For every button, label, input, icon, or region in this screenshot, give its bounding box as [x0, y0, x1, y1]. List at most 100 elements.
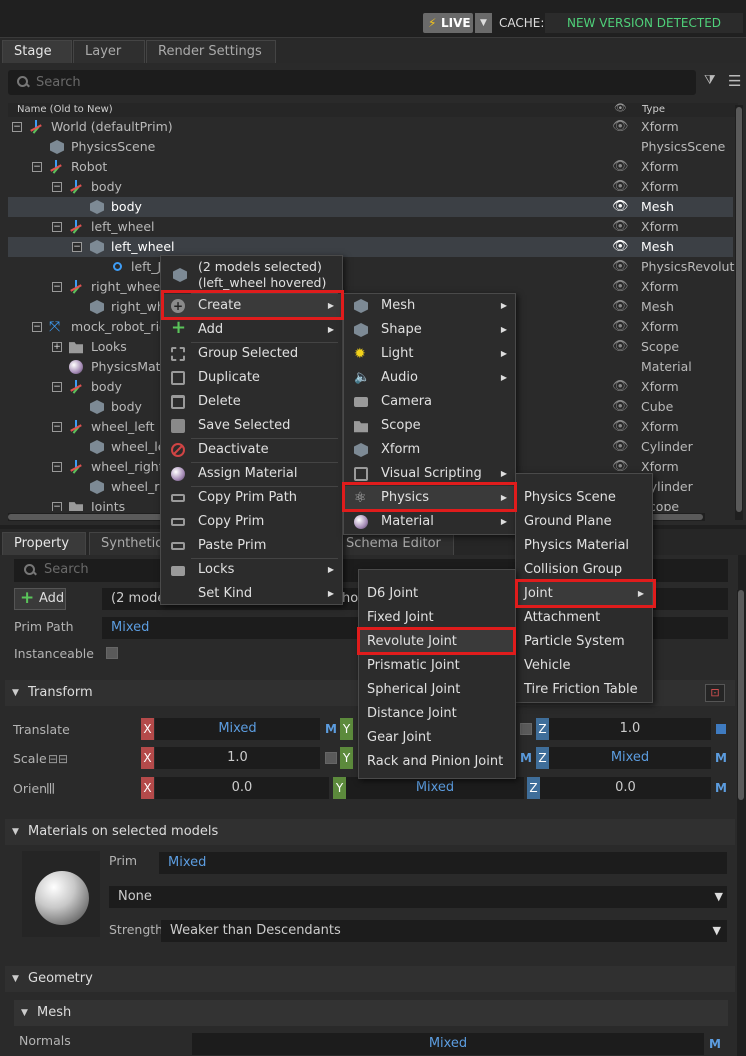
menu-item-particle-system[interactable]: Particle System [516, 630, 652, 654]
mat-prim-field[interactable]: Mixed [159, 852, 727, 874]
menu-item-revolute-joint[interactable]: Revolute Joint [359, 630, 515, 654]
collapse-icon[interactable]: − [52, 222, 62, 232]
add-button[interactable]: + Add [14, 588, 66, 610]
menu-item-joint[interactable]: Joint ▶ [516, 582, 652, 606]
scale-key-checkbox[interactable] [325, 752, 337, 764]
live-button[interactable]: ⚡ LIVE [423, 13, 473, 33]
menu-item-distance-joint[interactable]: Distance Joint [359, 702, 515, 726]
menu-item-visual-scripting[interactable]: Visual Scripting ▶ [344, 462, 515, 486]
menu-item-copy-prim-path[interactable]: Copy Prim Path [161, 486, 342, 510]
menu-item-set-kind[interactable]: Set Kind ▶ [161, 582, 342, 606]
tree-row[interactable]: − body 👁 Xform [8, 177, 733, 197]
collapse-icon[interactable]: − [32, 162, 42, 172]
menu-item-physics[interactable]: ⚛ Physics ▶ [344, 486, 515, 510]
tree-row[interactable]: − Robot 👁 Xform [8, 157, 733, 177]
menu-item-paste-prim[interactable]: Paste Prim [161, 534, 342, 558]
menu-item-mesh[interactable]: Mesh ▶ [344, 294, 515, 318]
menu-item-vehicle[interactable]: Vehicle [516, 654, 652, 678]
menu-item-gear-joint[interactable]: Gear Joint [359, 726, 515, 750]
menu-item-tire-friction-table[interactable]: Tire Friction Table [516, 678, 652, 702]
menu-item-fixed-joint[interactable]: Fixed Joint [359, 606, 515, 630]
visibility-eye-icon[interactable]: 👁 [612, 317, 629, 337]
translate-z-field[interactable]: 1.0 [549, 718, 711, 740]
visibility-eye-icon[interactable]: 👁 [612, 217, 629, 237]
geometry-section-header[interactable]: ▼ Geometry [5, 966, 735, 992]
menu-item-xform[interactable]: Xform [344, 438, 515, 462]
normals-field[interactable]: Mixed [192, 1033, 704, 1055]
menu-item-locks[interactable]: Locks ▶ [161, 558, 342, 582]
collapse-icon[interactable]: − [52, 502, 62, 511]
visibility-eye-icon[interactable]: 👁 [612, 377, 629, 397]
cache-status[interactable]: NEW VERSION DETECTED [545, 13, 743, 33]
menu-item-assign-material[interactable]: Assign Material [161, 462, 342, 486]
tree-row[interactable]: PhysicsScene PhysicsScene [8, 137, 733, 157]
property-scrollbar[interactable] [737, 590, 745, 1056]
visibility-eye-icon[interactable]: 👁 [612, 417, 629, 437]
materials-section-header[interactable]: ▼ Materials on selected models [5, 819, 735, 845]
menu-item-scope[interactable]: Scope [344, 414, 515, 438]
scale-x-field[interactable]: 1.0 [155, 747, 320, 769]
tab-schema-editor[interactable]: Schema Editor [334, 532, 454, 556]
live-dropdown-chevron-icon[interactable]: ▼ [475, 13, 492, 33]
tab-property[interactable]: Property [2, 532, 86, 556]
tab-render-settings[interactable]: Render Settings [146, 40, 276, 64]
collapse-icon[interactable]: − [52, 422, 62, 432]
visibility-eye-icon[interactable]: 👁 [612, 297, 629, 317]
key-indicator[interactable] [716, 724, 726, 734]
orient-y-field[interactable]: Mixed [346, 777, 524, 799]
menu-item-ground-plane[interactable]: Ground Plane [516, 510, 652, 534]
collapse-icon[interactable]: − [52, 382, 62, 392]
menu-item-prismatic-joint[interactable]: Prismatic Joint [359, 654, 515, 678]
tree-row[interactable]: − left_wheel 👁 Xform [8, 217, 733, 237]
material-select[interactable]: None ▼ [109, 886, 727, 908]
menu-item-light[interactable]: ✹ Light ▶ [344, 342, 515, 366]
menu-item-shape[interactable]: Shape ▶ [344, 318, 515, 342]
collapse-icon[interactable]: − [52, 182, 62, 192]
stage-search-input[interactable]: Search [8, 70, 696, 95]
menu-item-create[interactable]: + Create ▶ [161, 294, 342, 318]
menu-item-camera[interactable]: Camera [344, 390, 515, 414]
orient-mode-icon[interactable]: ||| [46, 781, 55, 794]
scale-z-field[interactable]: Mixed [549, 747, 711, 769]
menu-item-audio[interactable]: 🔈 Audio ▶ [344, 366, 515, 390]
tab-layer[interactable]: Layer [73, 40, 145, 64]
visibility-eye-icon[interactable]: 👁 [612, 397, 629, 417]
transform-gizmo-icon[interactable]: ⊡ [705, 684, 725, 702]
collapse-icon[interactable]: − [12, 122, 22, 132]
orient-label[interactable]: Orien [13, 781, 47, 796]
menu-item-save-selected[interactable]: Save Selected [161, 414, 342, 438]
visibility-eye-icon[interactable]: 👁 [612, 197, 629, 217]
instanceable-checkbox[interactable] [106, 647, 118, 659]
translate-x-field[interactable]: Mixed [155, 718, 320, 740]
menu-item-duplicate[interactable]: Duplicate [161, 366, 342, 390]
scrollbar-thumb[interactable] [736, 107, 742, 512]
mesh-section-header[interactable]: ▼ Mesh [14, 1000, 728, 1026]
tree-row[interactable]: left_J 👁 PhysicsRevolute [8, 257, 742, 277]
tree-row[interactable]: body 👁 Mesh [8, 197, 733, 217]
scrollbar-thumb[interactable] [738, 590, 744, 800]
menu-item-add[interactable]: + Add ▶ [161, 318, 342, 342]
collapse-icon[interactable]: − [52, 462, 62, 472]
translate-key-checkbox[interactable] [520, 723, 532, 735]
type-column-header[interactable]: Type [642, 104, 665, 115]
tree-scrollbar[interactable] [735, 105, 743, 520]
menu-icon[interactable]: ☰ [728, 72, 741, 90]
visibility-eye-icon[interactable]: 👁 [612, 117, 629, 137]
collapse-icon[interactable]: − [52, 282, 62, 292]
visibility-eye-icon[interactable]: 👁 [612, 337, 629, 357]
tab-synthetic[interactable]: Synthetic D [89, 532, 169, 573]
collapse-icon[interactable]: − [72, 242, 82, 252]
name-column-header[interactable]: Name (Old to New) [17, 104, 113, 115]
menu-item-physics-material[interactable]: Physics Material [516, 534, 652, 558]
menu-item-spherical-joint[interactable]: Spherical Joint [359, 678, 515, 702]
menu-item-physics-scene[interactable]: Physics Scene [516, 486, 652, 510]
menu-item-attachment[interactable]: Attachment [516, 606, 652, 630]
strength-select[interactable]: Weaker than Descendants ▼ [161, 920, 727, 942]
tab-stage[interactable]: Stage [2, 40, 72, 64]
visibility-eye-icon[interactable]: 👁 [612, 437, 629, 457]
visibility-eye-icon[interactable]: 👁 [612, 237, 629, 257]
menu-item-material[interactable]: Material ▶ [344, 510, 515, 534]
menu-item-rack-and-pinion-joint[interactable]: Rack and Pinion Joint [359, 750, 515, 774]
tree-row[interactable]: − World (defaultPrim) 👁 Xform [8, 117, 733, 137]
menu-item-collision-group[interactable]: Collision Group [516, 558, 652, 582]
